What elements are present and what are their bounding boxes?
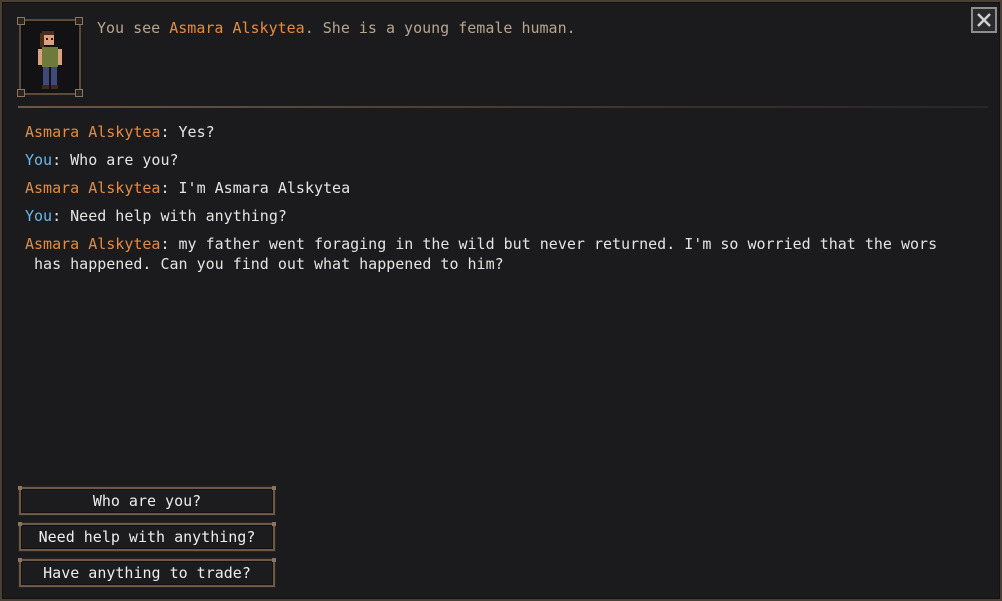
dialog-text: my father went foraging in the wild but … — [178, 235, 938, 253]
option-need-help-button[interactable]: Need help with anything? — [18, 522, 276, 551]
npc-portrait — [17, 17, 83, 97]
speaker-name: Asmara Alskytea — [25, 235, 161, 253]
dialog-line: Asmara Alskytea: Yes? — [25, 123, 215, 141]
examine-suffix: . She is a young female human. — [304, 19, 576, 37]
close-icon — [977, 13, 991, 27]
frame-corner — [17, 89, 25, 97]
examine-prefix: You see — [97, 19, 170, 37]
npc-sprite-icon — [38, 31, 62, 89]
npc-name: Asmara Alskytea — [169, 19, 305, 37]
dialog-text: Yes? — [178, 123, 215, 141]
dialog-text: Who are you? — [70, 151, 179, 169]
dialog-window: You see Asmara Alskytea. She is a young … — [0, 0, 1002, 601]
header-divider — [18, 106, 988, 108]
frame-corner — [75, 89, 83, 97]
option-trade-button[interactable]: Have anything to trade? — [18, 558, 276, 587]
speaker-name: You — [25, 207, 53, 225]
dialog-line: You: Who are you? — [25, 151, 179, 169]
speaker-name: Asmara Alskytea — [25, 123, 161, 141]
dialog-log: Asmara Alskytea: Yes? You: Who are you? … — [25, 118, 987, 274]
dialog-line: Asmara Alskytea: I'm Asmara Alskytea — [25, 179, 351, 197]
dialog-text-continued: has happened. Can you find out what happ… — [25, 255, 504, 273]
dialog-line: You: Need help with anything? — [25, 207, 287, 225]
dialog-line: Asmara Alskytea: my father went foraging… — [25, 230, 987, 274]
option-who-are-you-button[interactable]: Who are you? — [18, 486, 276, 515]
dialog-text: I'm Asmara Alskytea — [178, 179, 351, 197]
dialog-text: Need help with anything? — [70, 207, 287, 225]
speaker-name: Asmara Alskytea — [25, 179, 161, 197]
speaker-name: You — [25, 151, 53, 169]
examine-text: You see Asmara Alskytea. She is a young … — [97, 19, 576, 37]
frame-corner — [17, 17, 25, 25]
close-button[interactable] — [971, 7, 997, 33]
frame-corner — [75, 17, 83, 25]
